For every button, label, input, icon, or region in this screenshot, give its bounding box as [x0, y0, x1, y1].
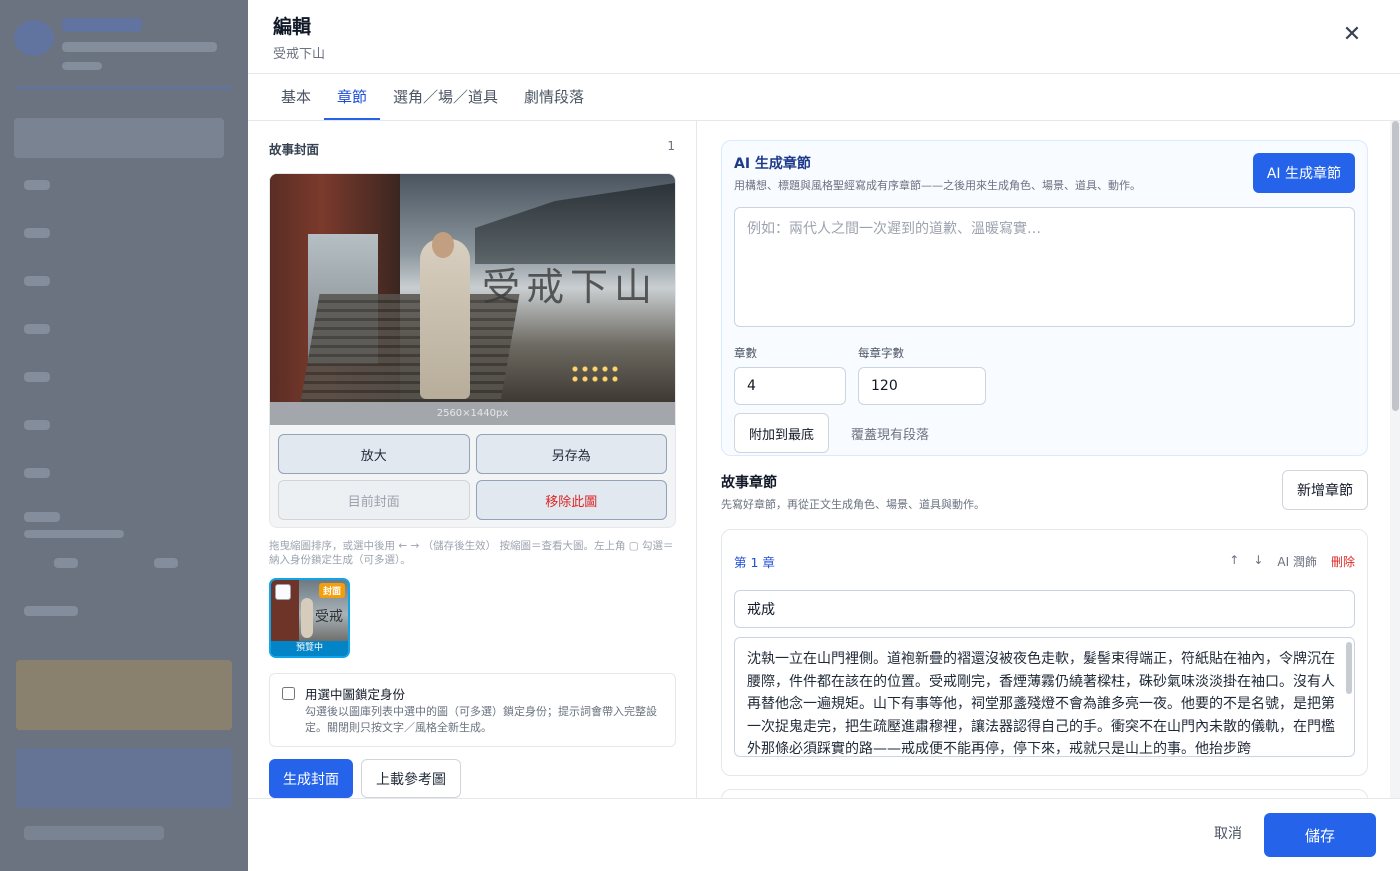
chapter-card: 第 1 章 ↑ ↓ AI 潤飾 刪除 沈執一立在山門裡側。道袍新疊的褶還沒被夜色… [721, 529, 1368, 776]
ai-generate-card: AI 生成章節 用構想、標題與風格聖經寫成有序章節——之後用來生成角色、場景、道… [721, 140, 1368, 456]
move-up-icon[interactable]: ↑ [1229, 553, 1239, 570]
chapter-body-textarea[interactable]: 沈執一立在山門裡側。道袍新疊的褶還沒被夜色走軟，髮髻束得端正，符紙貼在袖內，令牌… [734, 637, 1355, 757]
chapter-tools: ↑ ↓ AI 潤飾 刪除 [1229, 553, 1355, 570]
modal-header: 編輯 受戒下山 ✕ [248, 0, 1400, 74]
ai-generate-button[interactable]: AI 生成章節 [1252, 153, 1355, 193]
ai-options-row: 章數 每章字數 [734, 345, 1355, 405]
thumbnail-checkbox[interactable] [275, 584, 291, 600]
save-button[interactable]: 儲存 [1264, 813, 1376, 857]
words-per-chapter-input[interactable] [858, 367, 986, 405]
modal-subtitle: 受戒下山 [273, 47, 326, 62]
tab-chapters[interactable]: 章節 [324, 74, 381, 120]
chapter-toolbar: 第 1 章 ↑ ↓ AI 潤飾 刪除 [734, 542, 1355, 580]
panel-scrollbar[interactable] [1390, 121, 1400, 798]
close-icon: ✕ [1342, 21, 1362, 46]
story-chapters-header: 故事章節 先寫好章節，再從正文生成角色、場景、道具與動作。 新增章節 [721, 470, 1368, 522]
modal-footer: 取消 儲存 [248, 798, 1400, 871]
delete-chapter-button[interactable]: 刪除 [1331, 553, 1355, 570]
words-per-chapter-label: 每章字數 [858, 346, 904, 360]
save-as-button[interactable]: 另存為 [475, 434, 667, 474]
thumbnail-text: 受戒 [315, 609, 343, 625]
identity-lock-desc: 勾選後以圖庫列表中選中的圖（可多選）鎖定身份；提示詞會帶入完整設定。關閉則只按文… [305, 705, 657, 734]
preview-status: 預覽中 [271, 641, 348, 656]
identity-lock-title: 用選中圖鎖定身份 [305, 687, 406, 702]
move-down-icon[interactable]: ↓ [1253, 553, 1263, 570]
append-to-end-button[interactable]: 附加到最底 [734, 413, 830, 453]
tab-basic[interactable]: 基本 [268, 74, 324, 120]
tab-bar: 基本 章節 選角／場／道具 劇情段落 [248, 74, 1400, 121]
cover-dimensions: 2560×1440px [270, 402, 675, 425]
modal-title: 編輯 [273, 16, 312, 38]
tab-plot-segments[interactable]: 劇情段落 [511, 74, 597, 120]
cover-section-header: 故事封面 1 [269, 139, 675, 158]
story-chapters-desc: 先寫好章節，再從正文生成角色、場景、道具與動作。 [721, 498, 985, 511]
textarea-scrollbar[interactable] [1346, 642, 1352, 694]
background-app [0, 0, 248, 871]
add-chapter-button[interactable]: 新增章節 [1282, 470, 1368, 510]
modal-body: 故事封面 1 受戒下山 2560×1440px 放大 另存為 目前封面 移除此圖… [248, 121, 1400, 798]
chapter-title-input[interactable] [734, 590, 1355, 628]
upload-reference-button[interactable]: 上載參考圖 [361, 759, 461, 798]
chapter-body-text: 沈執一立在山門裡側。道袍新疊的褶還沒被夜色走軟，髮髻束得端正，符紙貼在袖內，令牌… [747, 651, 1335, 757]
chapter-count-label: 章數 [734, 346, 757, 360]
cover-thumbnail[interactable]: 受戒 封面 預覽中 [269, 578, 350, 658]
chapters-panel: AI 生成章節 用構想、標題與風格聖經寫成有序章節——之後用來生成角色、場景、道… [697, 121, 1400, 798]
identity-lock-option: 用選中圖鎖定身份 勾選後以圖庫列表中選中的圖（可多選）鎖定身份；提示詞會帶入完整… [269, 673, 676, 747]
tab-cast-scenes-props[interactable]: 選角／場／道具 [380, 74, 511, 120]
cover-actions: 放大 另存為 目前封面 移除此圖 [270, 425, 675, 527]
words-per-chapter-field: 每章字數 [858, 345, 986, 405]
cover-image-title: 受戒下山 [482, 265, 659, 309]
close-button[interactable]: ✕ [1338, 20, 1366, 48]
cover-card: 受戒下山 2560×1440px 放大 另存為 目前封面 移除此圖 [269, 173, 676, 528]
generate-cover-button[interactable]: 生成封面 [269, 759, 353, 798]
insert-mode-row: 附加到最底 覆蓋現有段落 [734, 413, 1355, 453]
identity-lock-checkbox[interactable] [282, 687, 295, 700]
ai-polish-button[interactable]: AI 潤飾 [1277, 553, 1317, 570]
cover-badge: 封面 [318, 583, 345, 598]
chapter-count-input[interactable] [734, 367, 846, 405]
cover-button-row: 生成封面 上載參考圖 [269, 759, 675, 798]
story-chapters-title: 故事章節 [721, 475, 777, 491]
cancel-button[interactable]: 取消 [1214, 823, 1242, 843]
cover-panel: 故事封面 1 受戒下山 2560×1440px 放大 另存為 目前封面 移除此圖… [248, 121, 697, 798]
edit-modal: 編輯 受戒下山 ✕ 基本 章節 選角／場／道具 劇情段落 故事封面 1 受戒下山… [248, 0, 1400, 871]
thumbnail-hint: 拖曳縮圖排序，或選中後用 ← → （儲存後生效） 按縮圖＝查看大圖。左上角 ▢ … [269, 540, 674, 566]
chapter-number: 第 1 章 [734, 554, 775, 570]
cover-image[interactable]: 受戒下山 [270, 174, 675, 402]
cover-section-label: 故事封面 [269, 142, 320, 157]
overwrite-segments-option[interactable]: 覆蓋現有段落 [851, 424, 929, 443]
panel-scrollbar-thumb[interactable] [1392, 121, 1399, 411]
chapter-card-next [721, 789, 1368, 798]
current-cover-button[interactable]: 目前封面 [278, 480, 470, 520]
zoom-button[interactable]: 放大 [278, 434, 470, 474]
cover-count: 1 [667, 139, 675, 153]
idea-input[interactable] [734, 207, 1355, 327]
remove-image-button[interactable]: 移除此圖 [475, 480, 667, 520]
chapter-count-field: 章數 [734, 345, 846, 405]
